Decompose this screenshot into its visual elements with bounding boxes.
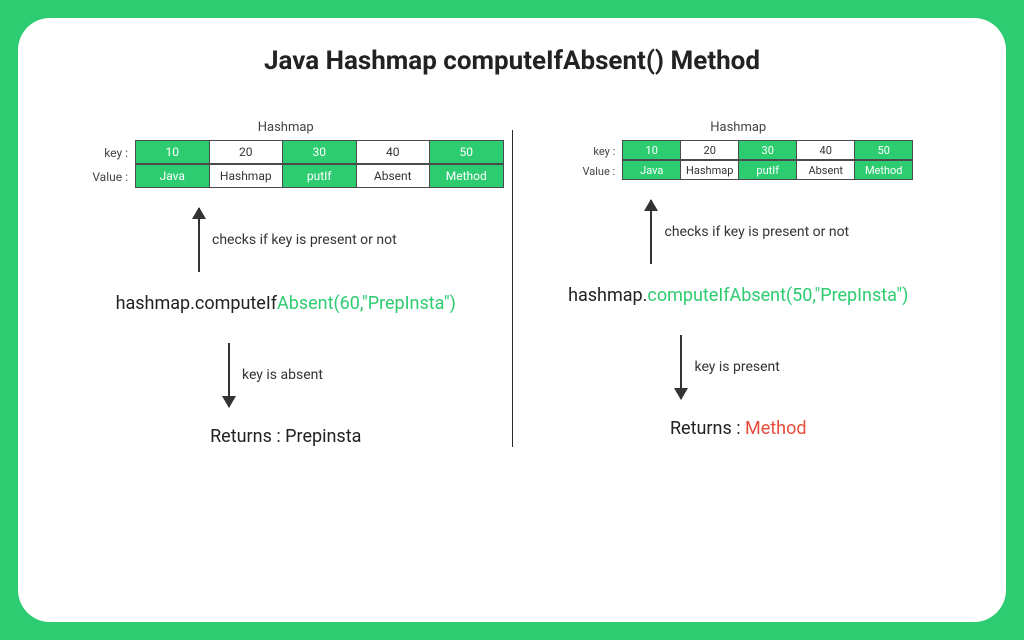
- check-text: checks if key is present or not: [212, 231, 397, 249]
- value-cell: Hashmap: [209, 164, 284, 188]
- value-cell: Hashmap: [680, 160, 739, 180]
- row-label-key: key :: [563, 141, 623, 161]
- key-cell: 10: [622, 140, 681, 160]
- row-label-value: Value :: [563, 161, 623, 181]
- key-cell: 30: [738, 140, 797, 160]
- hashmap-table-left: Hashmap key : 10 20 30 40 50 Value : Jav…: [68, 120, 504, 189]
- result-text: key is absent: [242, 366, 323, 384]
- key-cell: 50: [854, 140, 913, 160]
- row-label-key: key :: [68, 141, 136, 165]
- panels-row: Hashmap key : 10 20 30 40 50 Value : Jav…: [38, 120, 986, 447]
- code-prefix: hashmap.computeIf: [116, 293, 277, 314]
- arrow-up-left: checks if key is present or not: [198, 201, 397, 279]
- check-text: checks if key is present or not: [664, 223, 849, 241]
- returns-left: Returns : Prepinsta: [210, 426, 361, 447]
- arrow-down-icon: [228, 343, 230, 407]
- value-cell: putIf: [738, 160, 797, 180]
- returns-value: Prepinsta: [285, 426, 361, 447]
- panel-left: Hashmap key : 10 20 30 40 50 Value : Jav…: [68, 120, 504, 447]
- page-title: Java Hashmap computeIfAbsent() Method: [38, 46, 986, 76]
- value-cell: putIf: [282, 164, 357, 188]
- returns-label: Returns :: [670, 418, 745, 439]
- row-label-value: Value :: [68, 165, 136, 189]
- panel-right: Hashmap key : 10 20 30 40 50 Value : Jav…: [520, 120, 956, 447]
- code-highlight: computeIfAbsent(50,"PrepInsta"): [647, 285, 908, 306]
- value-cell: Method: [854, 160, 913, 180]
- arrow-up-icon: [198, 208, 200, 272]
- returns-value: Method: [745, 418, 806, 439]
- arrow-down-left: key is absent: [228, 336, 323, 414]
- value-cell: Method: [429, 164, 504, 188]
- key-cell: 20: [680, 140, 739, 160]
- key-cell: 40: [796, 140, 855, 160]
- result-text: key is present: [694, 358, 779, 376]
- code-expression-right: hashmap.computeIfAbsent(50,"PrepInsta"): [568, 285, 908, 306]
- arrow-up-icon: [650, 200, 652, 264]
- key-cell: 40: [356, 140, 431, 164]
- arrow-down-icon: [680, 335, 682, 399]
- key-cell: 20: [209, 140, 284, 164]
- code-expression-left: hashmap.computeIfAbsent(60,"PrepInsta"): [116, 293, 456, 314]
- vertical-divider: [512, 130, 513, 447]
- value-cell: Java: [135, 164, 210, 188]
- returns-right: Returns : Method: [670, 418, 807, 439]
- returns-label: Returns :: [210, 426, 285, 447]
- table-caption: Hashmap: [68, 120, 504, 135]
- arrow-down-right: key is present: [680, 328, 779, 406]
- key-cell: 30: [282, 140, 357, 164]
- key-cell: 10: [135, 140, 210, 164]
- value-cell: Absent: [356, 164, 431, 188]
- code-highlight: Absent(60,"PrepInsta"): [277, 293, 456, 314]
- code-prefix: hashmap.: [568, 285, 647, 306]
- key-cell: 50: [429, 140, 504, 164]
- hashmap-table-right: Hashmap key : 10 20 30 40 50 Value : Jav…: [520, 120, 956, 181]
- diagram-card: Java Hashmap computeIfAbsent() Method Ha…: [18, 18, 1006, 622]
- value-cell: Absent: [796, 160, 855, 180]
- table-caption: Hashmap: [520, 120, 956, 135]
- value-cell: Java: [622, 160, 681, 180]
- arrow-up-right: checks if key is present or not: [650, 193, 849, 271]
